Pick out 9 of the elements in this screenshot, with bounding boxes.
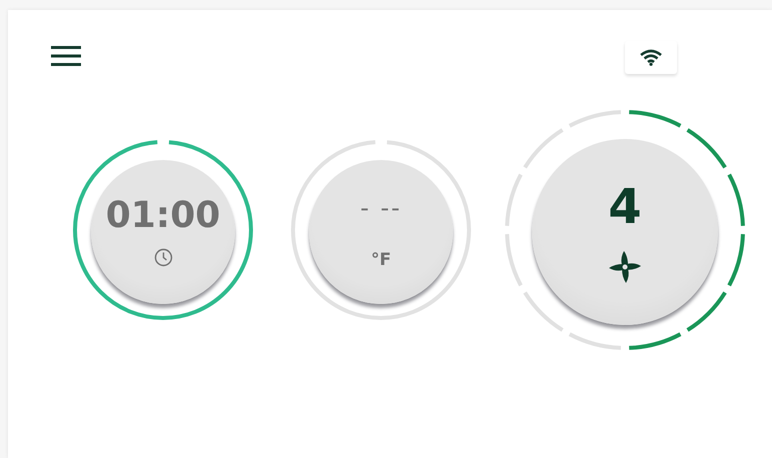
wifi-icon [640,48,662,66]
menu-icon [51,44,81,66]
fan-knob[interactable]: 4 [532,139,718,325]
temperature-knob[interactable]: - -- °F [309,160,453,304]
clock-icon [154,248,172,266]
unit-label: °F [370,250,392,270]
timer-knob[interactable]: 01:00 [91,160,235,304]
fan-icon [607,249,643,285]
wifi-button[interactable] [625,40,677,74]
